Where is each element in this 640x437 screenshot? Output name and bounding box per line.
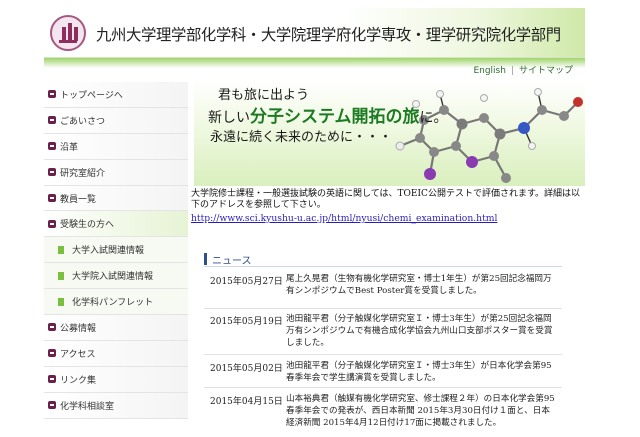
news-item: 2015年05月02日 池田龍平君（分子触媒化学研究室Ｉ・博士3年生）が日本化学…: [204, 361, 562, 388]
submenu-bullet-icon: [58, 245, 64, 254]
top-links-separator: |: [510, 66, 514, 76]
english-link[interactable]: English: [473, 66, 506, 76]
sidebar-item-top[interactable]: トップページへ: [44, 82, 188, 108]
menu-bullet-icon: [48, 116, 56, 125]
sidebar-item-labs[interactable]: 研究室紹介: [44, 159, 188, 186]
submenu-bullet-icon: [58, 297, 64, 306]
news-heading-label: ニュース: [212, 256, 252, 267]
news-text[interactable]: 尾上久晃君（生物有機化学研究室・博士1年生）が第25回記念福岡万有シンポジウムで…: [286, 274, 556, 298]
news-item: 2015年05月27日 尾上久晃君（生物有機化学研究室・博士1年生）が第25回記…: [204, 274, 562, 314]
menu-bullet-icon: [48, 142, 56, 151]
news-heading: ニュース: [204, 252, 562, 267]
sidebar-item-label: トップページへ: [60, 90, 123, 101]
sidebar-item-label: 化学科パンフレット: [72, 298, 154, 309]
hero-banner: 君も旅に出よう 新しい分子システム開拓の旅に。 永遠に続く未来のために・・・: [194, 80, 585, 186]
sidebar-item-links[interactable]: リンク集: [44, 366, 188, 393]
sidebar-item-label: 研究室紹介: [60, 168, 106, 179]
menu-bullet-icon: [48, 375, 56, 384]
menu-bullet-icon: [48, 168, 56, 177]
news-item: 2015年05月19日 池田龍平君（分子触媒化学研究室Ｉ・博士3年生）が第25回…: [204, 314, 562, 358]
news-text[interactable]: 池田龍平君（分子触媒化学研究室Ｉ・博士3年生）が日本化学会第95春季年会で学生講…: [286, 361, 556, 385]
news-date: 2015年05月02日: [210, 364, 283, 374]
news-item: 2015年04月15日 山本裕典君（触媒有機化学研究室、修士課程２年）の日本化学…: [204, 394, 562, 434]
sidebar-item-label: 大学入試関連情報: [72, 246, 145, 257]
sidebar-subitem-undergrad-admission[interactable]: 大学入試関連情報: [44, 237, 188, 264]
news-divider: [204, 308, 562, 309]
sitemap-link[interactable]: サイトマップ: [519, 66, 573, 76]
menu-bullet-icon: [48, 349, 56, 358]
sidebar-item-label: 受験生の方へ: [60, 220, 115, 231]
submenu-bullet-icon: [58, 271, 64, 280]
page-frame: 九州大学理学部化学科・大学院理学府化学専攻・理学研究院化学部門 English |…: [44, 8, 585, 437]
sidebar-item-consultation[interactable]: 化学科相談室: [44, 392, 188, 419]
sidebar-item-faculty[interactable]: 教員一覧: [44, 185, 188, 212]
site-title[interactable]: 九州大学理学部化学科・大学院理学府化学専攻・理学研究院化学部門: [96, 23, 561, 45]
sidebar-item-label: ごあいさつ: [60, 116, 106, 127]
sidebar-item-label: 教員一覧: [60, 194, 97, 205]
sidebar-subitem-grad-admission[interactable]: 大学院入試関連情報: [44, 263, 188, 290]
news-date: 2015年04月15日: [210, 397, 283, 407]
site-header: 九州大学理学部化学科・大学院理学府化学専攻・理学研究院化学部門: [44, 8, 585, 58]
sidebar-subitem-pamphlet[interactable]: 化学科パンフレット: [44, 289, 188, 316]
sidebar-item-label: リンク集: [60, 375, 97, 386]
banner-tagline-2-suffix: に。: [419, 110, 448, 126]
exam-info-link[interactable]: http://www.sci.kyushu-u.ac.jp/html/nyusi…: [191, 213, 497, 224]
menu-bullet-icon: [48, 323, 56, 332]
menu-bullet-icon: [48, 401, 56, 410]
toeic-notice: 大学院修士課程・一般選抜試験の英語に関しては、TOEIC公開テストで評価されます…: [191, 189, 581, 210]
menu-bullet-icon: [48, 90, 56, 99]
banner-tagline-3: 永遠に続く未来のために・・・: [210, 130, 393, 145]
sidebar-item-label: アクセス: [60, 349, 96, 360]
news-heading-marker: [204, 253, 207, 265]
news-divider: [204, 354, 562, 355]
news-text[interactable]: 山本裕典君（触媒有機化学研究室、修士課程２年）の日本化学会第95春季年会での発表…: [286, 394, 556, 429]
menu-bullet-icon: [48, 194, 56, 202]
sidebar-item-access[interactable]: アクセス: [44, 340, 188, 367]
banner-tagline-2-prefix: 新しい: [208, 110, 250, 126]
banner-tagline-highlight: 分子システム開拓の旅: [250, 107, 420, 127]
sidebar-item-label: 大学院入試関連情報: [72, 272, 154, 283]
news-date: 2015年05月27日: [210, 277, 283, 287]
news-divider: [204, 387, 562, 388]
sidebar-menu: トップページへ ごあいさつ 沿革 研究室紹介 教員一覧 受験生の方へ 大学入試関…: [44, 82, 188, 419]
top-links: English | サイトマップ: [473, 63, 573, 76]
sidebar-item-greeting[interactable]: ごあいさつ: [44, 107, 188, 134]
menu-bullet-icon: [48, 219, 56, 228]
sidebar-item-history[interactable]: 沿革: [44, 133, 188, 160]
news-heading-rule: [204, 266, 562, 267]
banner-tagline-2: 新しい分子システム開拓の旅に。: [208, 102, 448, 127]
banner-tagline-1: 君も旅に出よう: [218, 88, 310, 103]
sidebar-item-label: 化学科相談室: [60, 401, 115, 412]
sidebar-item-label: 沿革: [60, 142, 79, 153]
sidebar-item-recruitment[interactable]: 公募情報: [44, 315, 188, 341]
sidebar-item-applicants[interactable]: 受験生の方へ: [44, 211, 188, 238]
sidebar-item-label: 公募情報: [60, 323, 97, 334]
news-text[interactable]: 池田龍平君（分子触媒化学研究室Ｉ・博士3年生）が第25回記念福岡万有シンポジウム…: [286, 314, 556, 349]
university-logo[interactable]: [50, 15, 86, 51]
news-date: 2015年05月19日: [210, 317, 283, 327]
